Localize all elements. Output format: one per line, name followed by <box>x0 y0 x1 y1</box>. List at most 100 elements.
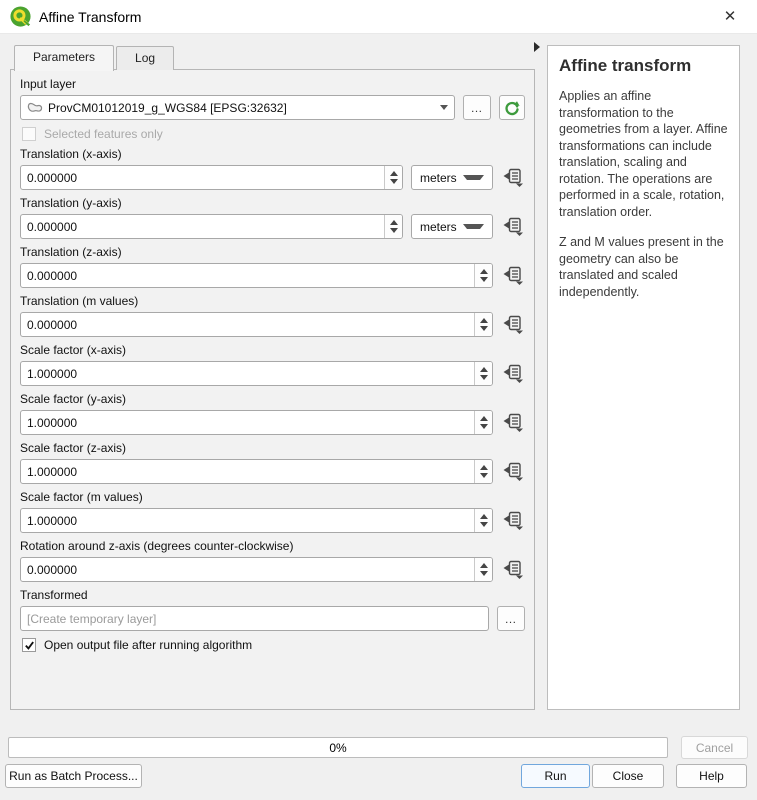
data-defined-override-button[interactable] <box>501 461 525 483</box>
data-defined-override-button[interactable] <box>501 510 525 532</box>
spin-up-icon[interactable] <box>480 269 488 274</box>
input-layer-value: ProvCM01012019_g_WGS84 [EPSG:32632] <box>48 101 434 115</box>
spin-buttons[interactable] <box>474 411 492 434</box>
polygon-layer-icon <box>27 102 43 114</box>
input-layer-label: Input layer <box>20 77 525 91</box>
scale-y-label: Scale factor (y-axis) <box>20 392 525 406</box>
spin-down-icon[interactable] <box>390 179 398 184</box>
rotation-z-input[interactable] <box>21 558 474 581</box>
selected-features-label: Selected features only <box>44 127 163 141</box>
close-button[interactable]: Close <box>592 764 664 788</box>
spin-up-icon[interactable] <box>390 171 398 176</box>
translation-x-unit-dropdown[interactable]: meters <box>411 165 493 190</box>
spin-buttons[interactable] <box>474 509 492 532</box>
help-button[interactable]: Help <box>676 764 747 788</box>
window-close-icon[interactable]: ✕ <box>711 0 749 32</box>
translation-z-spinbox[interactable] <box>20 263 493 288</box>
chevron-down-icon <box>463 224 484 229</box>
spin-down-icon[interactable] <box>480 375 488 380</box>
scale-x-input[interactable] <box>21 362 474 385</box>
spin-up-icon[interactable] <box>480 318 488 323</box>
translation-m-input[interactable] <box>21 313 474 336</box>
scale-z-input[interactable] <box>21 460 474 483</box>
checkmark-icon <box>24 640 35 651</box>
spin-down-icon[interactable] <box>480 326 488 331</box>
transformed-browse-button[interactable]: … <box>497 606 525 631</box>
spin-down-icon[interactable] <box>390 228 398 233</box>
progress-text: 0% <box>329 741 346 755</box>
spin-down-icon[interactable] <box>480 424 488 429</box>
spin-up-icon[interactable] <box>480 514 488 519</box>
help-title: Affine transform <box>559 56 728 76</box>
translation-y-input[interactable] <box>21 215 384 238</box>
spin-up-icon[interactable] <box>480 367 488 372</box>
chevron-down-icon <box>463 175 484 180</box>
spin-down-icon[interactable] <box>480 473 488 478</box>
progress-bar: 0% <box>8 737 668 758</box>
spin-up-icon[interactable] <box>390 220 398 225</box>
iterate-icon <box>504 100 520 116</box>
transformed-output-input[interactable] <box>20 606 489 631</box>
data-defined-override-button[interactable] <box>501 363 525 385</box>
scale-m-input[interactable] <box>21 509 474 532</box>
open-output-label: Open output file after running algorithm <box>44 638 252 652</box>
spin-buttons[interactable] <box>384 166 402 189</box>
qgis-logo-icon <box>10 6 31 27</box>
scale-z-spinbox[interactable] <box>20 459 493 484</box>
translation-m-spinbox[interactable] <box>20 312 493 337</box>
data-defined-override-button[interactable] <box>501 216 525 238</box>
cancel-button: Cancel <box>681 736 748 759</box>
data-defined-override-button[interactable] <box>501 559 525 581</box>
spin-buttons[interactable] <box>474 264 492 287</box>
unit-value: meters <box>420 220 457 234</box>
data-defined-override-button[interactable] <box>501 412 525 434</box>
spin-up-icon[interactable] <box>480 563 488 568</box>
input-layer-browse-button[interactable]: … <box>463 95 491 120</box>
transformed-label: Transformed <box>20 588 525 602</box>
scale-x-label: Scale factor (x-axis) <box>20 343 525 357</box>
spin-down-icon[interactable] <box>480 571 488 576</box>
unit-value: meters <box>420 171 457 185</box>
input-layer-combobox[interactable]: ProvCM01012019_g_WGS84 [EPSG:32632] <box>20 95 455 120</box>
scale-m-spinbox[interactable] <box>20 508 493 533</box>
spin-up-icon[interactable] <box>480 416 488 421</box>
window-title: Affine Transform <box>39 9 141 25</box>
scale-y-spinbox[interactable] <box>20 410 493 435</box>
translation-z-input[interactable] <box>21 264 474 287</box>
spin-buttons[interactable] <box>384 215 402 238</box>
spin-buttons[interactable] <box>474 558 492 581</box>
rotation-z-spinbox[interactable] <box>20 557 493 582</box>
tab-parameters[interactable]: Parameters <box>14 45 114 71</box>
open-output-checkbox[interactable] <box>22 638 36 652</box>
spin-buttons[interactable] <box>474 313 492 336</box>
chevron-down-icon <box>440 105 448 110</box>
translation-x-input[interactable] <box>21 166 384 189</box>
translation-z-label: Translation (z-axis) <box>20 245 525 259</box>
help-collapse-arrow-icon[interactable] <box>534 42 540 52</box>
spin-down-icon[interactable] <box>480 522 488 527</box>
tab-log[interactable]: Log <box>116 46 174 70</box>
titlebar: Affine Transform ✕ <box>0 0 757 34</box>
run-button[interactable]: Run <box>521 764 590 788</box>
spin-up-icon[interactable] <box>480 465 488 470</box>
scale-m-label: Scale factor (m values) <box>20 490 525 504</box>
translation-y-label: Translation (y-axis) <box>20 196 525 210</box>
translation-y-unit-dropdown[interactable]: meters <box>411 214 493 239</box>
scale-y-input[interactable] <box>21 411 474 434</box>
selected-features-checkbox <box>22 127 36 141</box>
iterate-layer-button[interactable] <box>499 95 525 120</box>
data-defined-override-button[interactable] <box>501 314 525 336</box>
scale-x-spinbox[interactable] <box>20 361 493 386</box>
spin-buttons[interactable] <box>474 362 492 385</box>
spin-buttons[interactable] <box>474 460 492 483</box>
translation-x-label: Translation (x-axis) <box>20 147 525 161</box>
translation-x-spinbox[interactable] <box>20 165 403 190</box>
data-defined-override-button[interactable] <box>501 265 525 287</box>
parameters-panel: Input layer ProvCM01012019_g_WGS84 [EPSG… <box>10 69 535 710</box>
translation-y-spinbox[interactable] <box>20 214 403 239</box>
help-paragraph: Applies an affine transformation to the … <box>559 88 728 220</box>
data-defined-override-button[interactable] <box>501 167 525 189</box>
spin-down-icon[interactable] <box>480 277 488 282</box>
run-as-batch-button[interactable]: Run as Batch Process... <box>5 764 142 788</box>
translation-m-label: Translation (m values) <box>20 294 525 308</box>
